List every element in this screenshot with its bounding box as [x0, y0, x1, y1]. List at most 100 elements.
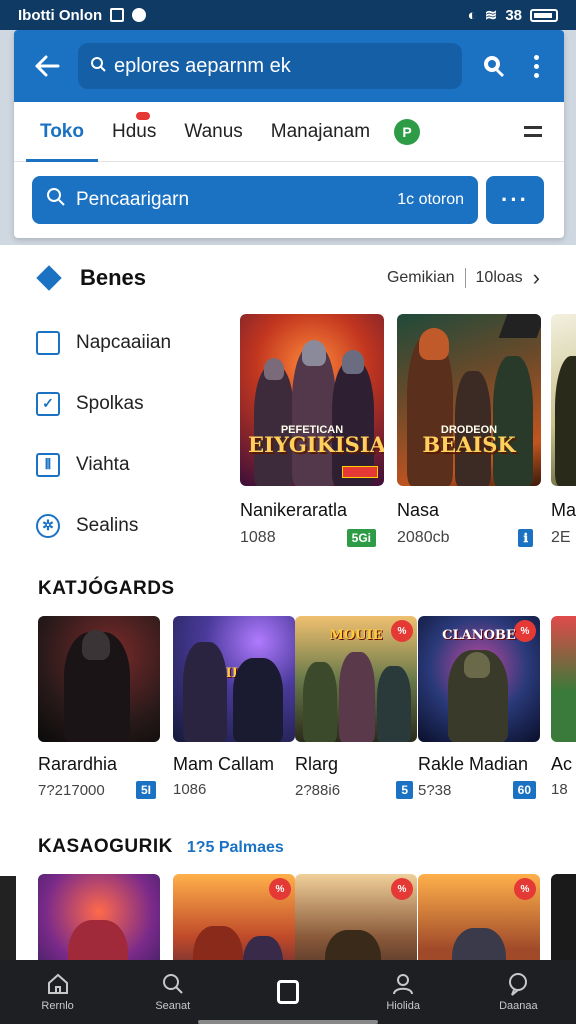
side-item-label: Napcaaiian	[76, 331, 172, 353]
game-tag: 5I	[135, 781, 156, 799]
nav-profile[interactable]: Hiolida	[358, 972, 448, 1012]
nav-search[interactable]: Seanat	[128, 972, 218, 1012]
chevron-right-icon[interactable]: ›	[533, 265, 540, 291]
more-options-button[interactable]: ···	[486, 176, 544, 224]
game-title: Rakle Madian	[418, 754, 529, 774]
account-search-icon[interactable]	[476, 49, 510, 83]
side-item-spolkas[interactable]: ✓ Spolkas	[36, 373, 226, 434]
category-title: KASAOGURIK 1?5 Palmaes	[38, 836, 284, 858]
game-tag: ℹ	[518, 529, 533, 547]
tab-toko[interactable]: Toko	[26, 102, 98, 162]
game-card[interactable]: Ac 18	[551, 616, 576, 798]
game-card[interactable]: Rarardhia 7?217000 5I	[38, 616, 160, 799]
discount-badge: %	[391, 878, 413, 900]
search-placeholder: Pencaarigarn	[76, 189, 190, 210]
battery-icon	[530, 8, 558, 22]
game-title: Mam Callam	[173, 754, 275, 774]
bottom-navigation: Rernlo Seanat Hiolida Daanaa	[0, 960, 576, 1024]
side-item-viahta[interactable]: ⦀ Viahta	[36, 434, 226, 495]
tab-hdus[interactable]: Hdus	[98, 102, 170, 162]
game-card[interactable]: % MOUIE Rlarg 2?88i6 5	[295, 616, 417, 799]
side-item-napcaaiian[interactable]: Napcaaiian	[36, 312, 226, 373]
game-count: 1086	[173, 781, 207, 798]
category-row: % % %	[38, 874, 576, 960]
search-icon	[160, 972, 186, 996]
tab-label: Toko	[40, 120, 84, 142]
columns-icon: ⦀	[36, 452, 60, 477]
game-title: Rarardhia	[38, 754, 118, 774]
game-count: 2?88i6	[295, 781, 341, 799]
nav-messages[interactable]: Daanaa	[473, 972, 563, 1012]
game-count: 7?217000	[38, 781, 105, 799]
game-cover: % MOUIE	[295, 616, 417, 742]
tab-label: Manajanam	[270, 120, 371, 142]
nav-label: Daanaa	[499, 1000, 538, 1012]
app-bar: eplores aeparnm ek	[14, 30, 564, 102]
cover-title: CLANOBE	[442, 628, 516, 643]
category-subtitle[interactable]: 1?5 Palmaes	[187, 839, 284, 856]
tab-bar: Toko Hdus Wanus Manajanam P	[14, 102, 564, 162]
tab-label: Hdus	[111, 120, 157, 142]
person-icon	[390, 972, 416, 996]
store-header-card: eplores aeparnm ek Toko Hdus Wanus Manaj…	[14, 30, 564, 238]
menu-icon[interactable]	[524, 126, 542, 137]
game-count: 2E	[551, 529, 571, 546]
play-badge-icon[interactable]: P	[394, 118, 421, 145]
game-tag: 5	[396, 781, 413, 799]
tab-label: Wanus	[184, 120, 243, 142]
back-arrow-icon[interactable]	[30, 49, 64, 83]
window-icon	[36, 330, 60, 355]
home-icon	[45, 972, 71, 996]
alarm-icon: ◐	[467, 6, 477, 24]
home-indicator[interactable]	[198, 1020, 378, 1024]
game-count: 1088	[240, 529, 276, 546]
partial-card	[0, 876, 16, 962]
game-title: Nanikeraratla	[240, 500, 348, 520]
app-notification-icon	[132, 8, 147, 22]
featured-games-row: PEFETICAN EIYGIKISIA Nanikeraratla 1088 …	[240, 314, 576, 554]
game-card[interactable]: %	[418, 874, 540, 960]
side-item-sealins[interactable]: ✲ Sealins	[36, 495, 226, 556]
game-cover: % CLANOBE	[418, 616, 540, 742]
game-cover	[551, 616, 576, 742]
section-header: Benes Gemikian 10loas ›	[36, 258, 540, 298]
game-card[interactable]: BIRIIGAD Mam Callam 1086	[173, 616, 295, 798]
section-count[interactable]: 10loas	[476, 269, 523, 287]
cover-badge	[342, 466, 378, 478]
cover-corner-badge	[498, 314, 541, 338]
game-card[interactable]: %	[295, 874, 417, 960]
game-card[interactable]: % CLANOBE Rakle Madian 5?38 60	[418, 616, 540, 799]
address-bar[interactable]: eplores aeparnm ek	[78, 43, 462, 89]
status-signal-text: 38	[505, 6, 522, 24]
side-menu: Napcaaiian ✓ Spolkas ⦀ Viahta ✲ Sealins	[36, 312, 226, 556]
tab-wanus[interactable]: Wanus	[170, 102, 256, 162]
gear-icon: ✲	[36, 513, 60, 538]
notification-dot	[135, 111, 150, 120]
discount-badge: %	[514, 878, 536, 900]
game-count: 5?38	[418, 781, 452, 799]
game-card[interactable]: %	[173, 874, 295, 960]
chat-icon	[505, 972, 531, 996]
search-icon	[90, 56, 106, 77]
game-card[interactable]: Ma 2E	[551, 314, 576, 547]
game-card[interactable]: DRODEON BEAISK Nasa 2080cb ℹ	[397, 314, 541, 547]
more-vert-icon[interactable]	[524, 54, 548, 78]
search-row: Pencaarigarn 1c otoron ···	[14, 162, 564, 224]
search-meta: 1c otoron	[397, 191, 464, 208]
game-cover: %	[173, 874, 295, 960]
game-count: 18	[551, 781, 568, 798]
search-icon	[46, 187, 66, 213]
search-input[interactable]: Pencaarigarn 1c otoron	[32, 176, 478, 224]
game-card[interactable]	[38, 874, 160, 960]
nav-center[interactable]	[243, 980, 333, 1004]
status-carrier-text: Ibotti Onlon	[18, 6, 103, 24]
game-count: 2080cb	[397, 529, 450, 546]
game-card[interactable]: PEFETICAN EIYGIKISIA Nanikeraratla 1088 …	[240, 314, 384, 547]
game-tag: 60	[512, 781, 536, 799]
section-link[interactable]: Gemikian	[387, 269, 455, 287]
game-card[interactable]	[551, 874, 576, 960]
game-cover: %	[418, 874, 540, 960]
nav-home[interactable]: Rernlo	[13, 972, 103, 1012]
tab-manajanam[interactable]: Manajanam	[257, 102, 384, 162]
game-title: Ac	[551, 754, 573, 774]
